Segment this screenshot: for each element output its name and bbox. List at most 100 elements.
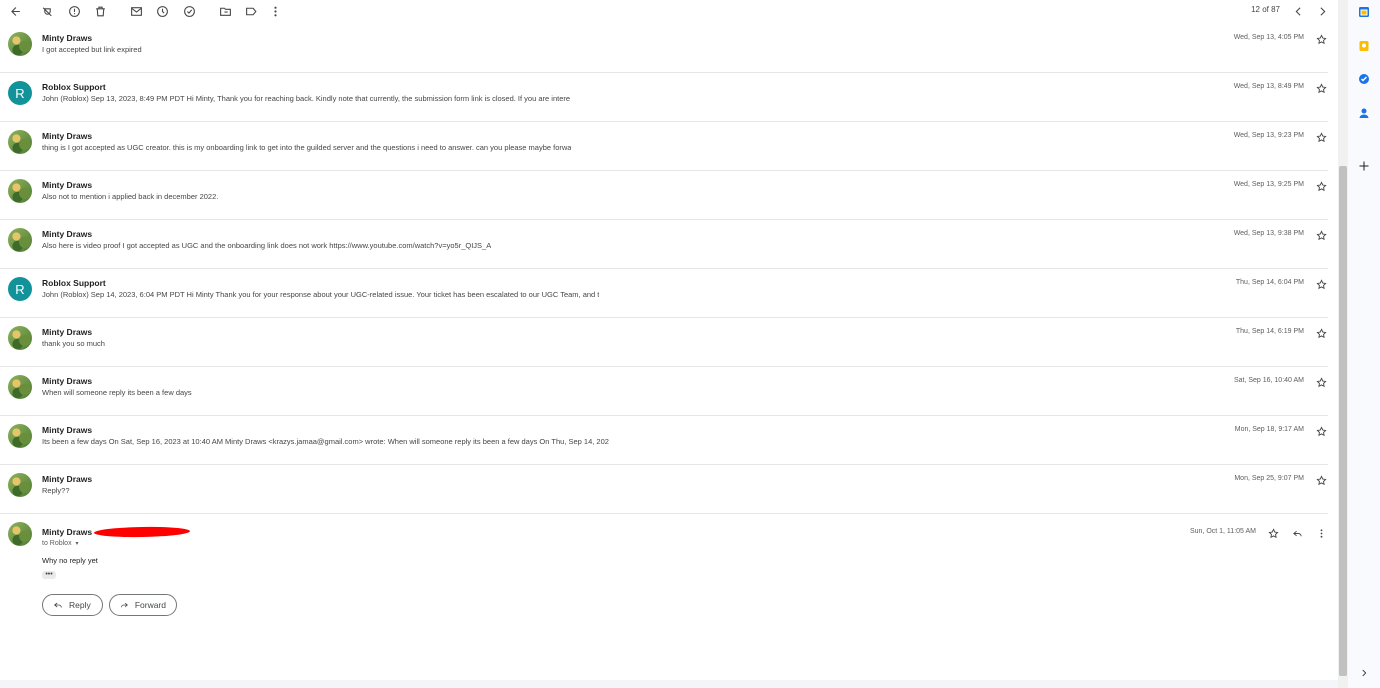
collapsed-message-row[interactable]: Minty Draws thing is I got accepted as UG… — [0, 122, 1328, 171]
spam-icon[interactable] — [38, 2, 56, 20]
tasks-icon[interactable] — [1358, 73, 1370, 85]
calendar-icon[interactable] — [1358, 6, 1370, 18]
sender-name: Roblox Support — [42, 278, 106, 288]
reply-icon[interactable] — [1290, 526, 1304, 540]
message-date: Wed, Sep 13, 9:38 PM — [1233, 230, 1304, 237]
collapsed-message-row[interactable]: Minty Draws When will someone reply its b… — [0, 367, 1328, 416]
show-trimmed-content-button[interactable]: ••• — [42, 571, 56, 579]
snooze-icon[interactable] — [153, 2, 171, 20]
more-vert-icon[interactable] — [1314, 526, 1328, 540]
message-snippet: thank you so much — [42, 339, 105, 348]
avatar[interactable] — [8, 32, 32, 56]
message-date: Thu, Sep 14, 6:19 PM — [1235, 328, 1304, 335]
sender-name: Minty Draws — [42, 131, 93, 141]
contacts-icon[interactable] — [1358, 107, 1370, 119]
add-task-icon[interactable] — [180, 2, 198, 20]
sender-name: Minty Draws — [42, 327, 93, 337]
recipient-dropdown[interactable]: to Roblox ▾ — [42, 540, 79, 547]
delete-icon[interactable] — [91, 2, 109, 20]
more-vert-icon[interactable] — [266, 2, 284, 20]
star-icon[interactable] — [1314, 81, 1328, 95]
reply-icon — [54, 602, 62, 608]
avatar[interactable] — [8, 424, 32, 448]
forward-label: Forward — [134, 600, 166, 610]
avatar[interactable] — [8, 375, 32, 399]
sender-name: Minty Draws — [42, 425, 93, 435]
reply-label: Reply — [69, 600, 91, 610]
add-icon[interactable] — [1358, 160, 1370, 172]
collapsed-message-row[interactable]: Minty Draws Also here is video proof I go… — [0, 220, 1328, 269]
message-snippet: When will someone reply its been a few d… — [42, 388, 192, 397]
star-icon[interactable] — [1314, 130, 1328, 144]
message-date: Wed, Sep 13, 9:23 PM — [1233, 132, 1304, 139]
sender-name: Minty Draws — [42, 33, 93, 43]
forward-button[interactable]: Forward — [109, 594, 177, 616]
message-snippet: John (Roblox) Sep 13, 2023, 8:49 PM PDT … — [42, 94, 571, 103]
back-icon[interactable] — [6, 2, 24, 20]
sender-name[interactable]: Minty Draws — [42, 527, 92, 537]
scrollbar-thumb[interactable] — [1339, 166, 1347, 676]
forward-icon — [121, 602, 128, 608]
message-snippet: thing is I got accepted as UGC creator. … — [42, 143, 572, 152]
message-date: Thu, Sep 14, 6:04 PM — [1235, 279, 1304, 286]
report-icon[interactable] — [65, 2, 83, 20]
message-date: Sat, Sep 16, 10:40 AM — [1233, 377, 1304, 384]
older-chevron-right-icon[interactable] — [1313, 2, 1331, 20]
message-snippet: Also here is video proof I got accepted … — [42, 241, 492, 250]
star-icon[interactable] — [1314, 473, 1328, 487]
collapsed-message-row[interactable]: Minty Draws Its been a few days On Sat, S… — [0, 416, 1328, 465]
message-thread: Minty Draws I got accepted but link expir… — [0, 24, 1328, 684]
caret-down-icon: ▾ — [75, 541, 79, 547]
sender-name: Roblox Support — [42, 82, 106, 92]
star-icon[interactable] — [1266, 526, 1280, 540]
sender-name: Minty Draws — [42, 229, 93, 239]
star-icon[interactable] — [1314, 32, 1328, 46]
toolbar: 12 of 87 — [0, 0, 1338, 22]
star-icon[interactable] — [1314, 424, 1328, 438]
avatar[interactable] — [8, 228, 32, 252]
newer-chevron-left-icon[interactable] — [1289, 2, 1307, 20]
collapsed-message-row[interactable]: Minty Draws Also not to mention i applied… — [0, 171, 1328, 220]
collapsed-message-row[interactable]: Minty Draws Reply?? Mon, Sep 25, 9:07 PM — [0, 465, 1328, 514]
message-snippet: I got accepted but link expired — [42, 45, 142, 54]
move-to-icon[interactable] — [216, 2, 234, 20]
message-date: Wed, Sep 13, 9:25 PM — [1233, 181, 1304, 188]
gmail-thread-view: 12 of 87 Minty Draws I got accepted but l… — [0, 0, 1380, 688]
avatar[interactable] — [8, 130, 32, 154]
side-panel — [1348, 0, 1380, 688]
avatar[interactable] — [8, 179, 32, 203]
pager-count: 12 of 87 — [1251, 5, 1280, 14]
message-date: Mon, Sep 18, 9:17 AM — [1234, 426, 1304, 433]
redacted-email-mark — [93, 526, 191, 538]
recipient-label: to Roblox — [42, 540, 72, 547]
star-icon[interactable] — [1314, 277, 1328, 291]
message-date: Wed, Sep 13, 4:05 PM — [1233, 34, 1304, 41]
star-icon[interactable] — [1314, 326, 1328, 340]
message-date: Mon, Sep 25, 9:07 PM — [1234, 475, 1304, 482]
sender-name: Minty Draws — [42, 376, 93, 386]
message-snippet: Its been a few days On Sat, Sep 16, 2023… — [42, 437, 609, 446]
label-icon[interactable] — [242, 2, 260, 20]
message-snippet: Reply?? — [42, 486, 70, 495]
keep-icon[interactable] — [1358, 40, 1370, 52]
reply-button[interactable]: Reply — [42, 594, 103, 616]
collapsed-message-row[interactable]: Minty Draws I got accepted but link expir… — [0, 24, 1328, 73]
star-icon[interactable] — [1314, 179, 1328, 193]
message-date: Wed, Sep 13, 8:49 PM — [1233, 83, 1304, 90]
message-body: Why no reply yet — [42, 556, 98, 565]
collapsed-message-row[interactable]: R Roblox Support John (Roblox) Sep 13, 202… — [0, 73, 1328, 122]
avatar[interactable] — [8, 326, 32, 350]
message-date: Sun, Oct 1, 11:05 AM — [1189, 528, 1256, 535]
expanded-message: Minty Draws to Roblox ▾ Sun, Oct 1, 11:0… — [0, 514, 1328, 684]
message-snippet: John (Roblox) Sep 14, 2023, 6:04 PM PDT … — [42, 290, 600, 299]
avatar[interactable]: R — [8, 81, 32, 105]
star-icon[interactable] — [1314, 228, 1328, 242]
mark-unread-icon[interactable] — [127, 2, 145, 20]
star-icon[interactable] — [1314, 375, 1328, 389]
collapsed-message-row[interactable]: Minty Draws thank you so much Thu, Sep 14,… — [0, 318, 1328, 367]
avatar[interactable] — [8, 522, 32, 546]
expand-icon[interactable] — [1358, 667, 1370, 679]
avatar[interactable]: R — [8, 277, 32, 301]
collapsed-message-row[interactable]: R Roblox Support John (Roblox) Sep 14, 202… — [0, 269, 1328, 318]
avatar[interactable] — [8, 473, 32, 497]
